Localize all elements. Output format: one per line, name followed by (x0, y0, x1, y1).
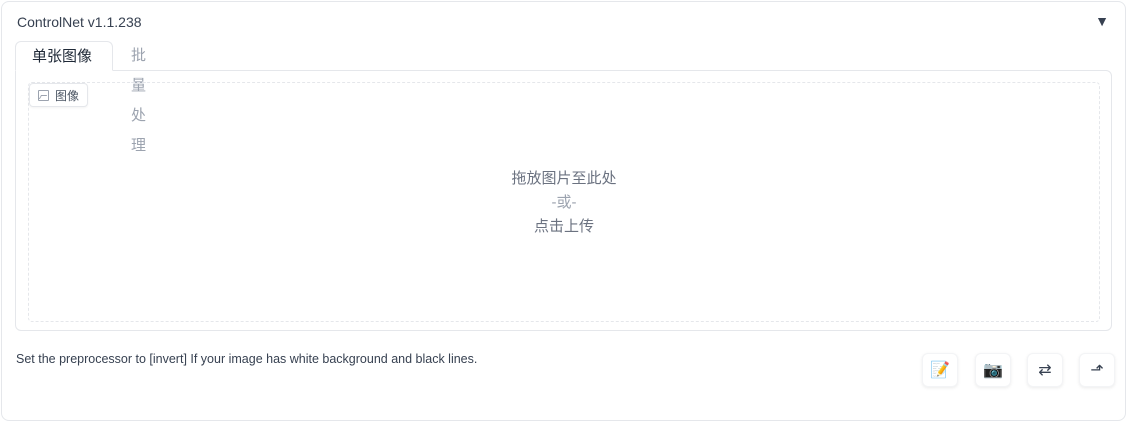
image-label-text: 图像 (55, 88, 80, 103)
swap-icon: ⇄ (1038, 362, 1052, 379)
tab-content: 图像 拖放图片至此处 -或- 点击上传 (15, 70, 1112, 331)
notes-button[interactable]: 📝 (922, 353, 958, 387)
camera-button[interactable]: 📷 (975, 353, 1011, 387)
drop-instructions: 拖放图片至此处 -或- 点击上传 (29, 167, 1099, 239)
panel-title[interactable]: ControlNet v1.1.238 (17, 14, 142, 30)
swap-dimensions-button[interactable]: ⇄ (1027, 353, 1063, 387)
image-label: 图像 (29, 83, 89, 107)
send-dimensions-button[interactable]: ⬏ (1079, 353, 1115, 387)
or-text: -或- (551, 194, 577, 211)
click-upload-text: 点击上传 (533, 218, 594, 235)
camera-icon: 📷 (983, 362, 1003, 379)
drop-text: 拖放图片至此处 (511, 170, 617, 187)
collapse-icon[interactable]: ▼ (1095, 13, 1109, 29)
hint-text: Set the preprocessor to [invert] If your… (16, 352, 478, 366)
tab-batch[interactable]: 批量处理 (115, 41, 162, 154)
notes-icon: 📝 (930, 362, 950, 379)
send-icon: ⬏ (1090, 362, 1104, 379)
image-dropzone[interactable]: 图像 拖放图片至此处 -或- 点击上传 (28, 82, 1100, 322)
image-icon (38, 89, 49, 101)
tab-single-image[interactable]: 单张图像 (15, 41, 113, 71)
